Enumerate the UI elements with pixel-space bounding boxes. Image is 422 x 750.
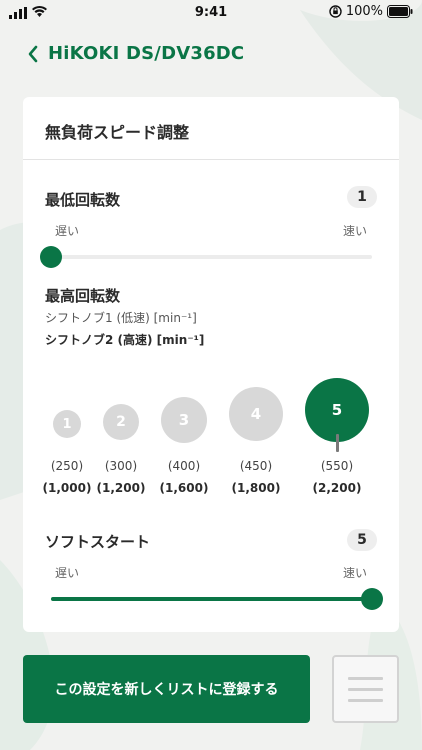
- battery-percent: 100%: [345, 4, 383, 19]
- speed-option-3[interactable]: 3 (400) (1,600): [149, 377, 219, 497]
- speed-circle[interactable]: 3: [161, 397, 207, 443]
- speed-circle[interactable]: 2: [103, 404, 139, 440]
- speed-circle[interactable]: 4: [229, 387, 283, 441]
- soft-start-slider-fill: [51, 597, 372, 601]
- soft-start-value-badge: 5: [347, 529, 377, 551]
- soft-start-slider[interactable]: [51, 588, 383, 610]
- card-title: 無負荷スピード調整: [45, 123, 190, 142]
- chevron-left-icon[interactable]: [22, 42, 46, 66]
- page-title: HiKOKI DS/DV36DC: [48, 43, 245, 64]
- speed-level-label: 2: [116, 414, 126, 430]
- battery-icon: [387, 5, 413, 18]
- speed-option-5[interactable]: 5 (550) (2,200): [302, 377, 372, 497]
- max-speed-label: 最高回転数: [45, 287, 121, 305]
- soft-start-label: ソフトスタート: [45, 533, 151, 551]
- speed-option-4[interactable]: 4 (450) (1,800): [221, 377, 291, 497]
- orientation-lock-icon: [329, 5, 342, 18]
- speed-option-2[interactable]: 2 (300) (1,200): [86, 377, 156, 497]
- soft-start-slider-thumb[interactable]: [361, 588, 383, 610]
- rpm-high-value: (1,800): [231, 481, 281, 495]
- speed-level-label: 3: [178, 411, 190, 429]
- min-speed-slider[interactable]: [40, 246, 372, 268]
- rpm-high-value: (1,200): [96, 481, 146, 495]
- soft-start-slow-label: 遅い: [55, 566, 80, 580]
- register-setting-button[interactable]: この設定を新しくリストに登録する: [23, 655, 310, 723]
- rpm-low-value: (400): [167, 459, 201, 473]
- speed-circle[interactable]: 1: [53, 410, 81, 438]
- shift-knob-2-label: シフトノブ2 (高速) [min⁻¹]: [45, 333, 205, 347]
- min-speed-value-badge: 1: [347, 186, 377, 208]
- nav-header: HiKOKI DS/DV36DC: [0, 38, 422, 70]
- min-speed-label: 最低回転数: [45, 191, 121, 209]
- soft-start-fast-label: 速い: [342, 566, 367, 580]
- min-speed-fast-label: 速い: [342, 224, 367, 238]
- speed-level-label: 4: [250, 405, 262, 423]
- divider: [23, 159, 399, 160]
- speed-circle-selected[interactable]: 5: [305, 378, 369, 452]
- speed-level-label: 5: [331, 401, 343, 419]
- selection-indicator: [336, 434, 339, 452]
- rpm-high-value: (1,600): [159, 481, 209, 495]
- rpm-low-value: (300): [104, 459, 138, 473]
- speed-settings-card: 無負荷スピード調整 最低回転数 1 遅い 速い 最高回転数 シフトノブ1 (低速…: [23, 97, 399, 632]
- speed-level-label: 1: [62, 416, 72, 432]
- status-bar: 9:41 100%: [0, 0, 422, 26]
- min-speed-slow-label: 遅い: [55, 224, 80, 238]
- rpm-high-value: (2,200): [312, 481, 362, 495]
- rpm-low-value: (450): [239, 459, 273, 473]
- shift-knob-1-label: シフトノブ1 (低速) [min⁻¹]: [45, 311, 197, 325]
- rpm-low-value: (550): [320, 459, 354, 473]
- min-speed-slider-thumb[interactable]: [40, 246, 62, 268]
- list-icon[interactable]: [332, 655, 399, 723]
